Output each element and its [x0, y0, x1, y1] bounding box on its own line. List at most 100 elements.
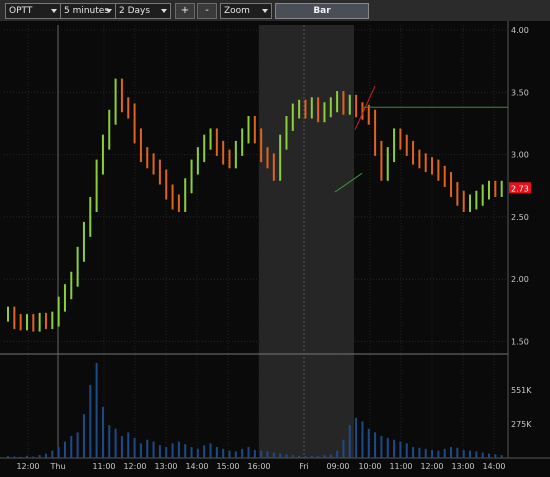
- price-tick-label: 2.50: [511, 213, 529, 222]
- volume-bar: [25, 455, 28, 458]
- volume-bar: [367, 428, 370, 458]
- volume-bar: [399, 441, 402, 458]
- volume-bar: [386, 437, 389, 458]
- volume-bar: [266, 451, 269, 458]
- symbol-value: OPTT: [9, 6, 33, 16]
- volume-bar: [374, 432, 377, 458]
- volume-bar: [203, 445, 206, 458]
- volume-bar: [171, 443, 174, 458]
- volume-bar: [488, 453, 491, 458]
- volume-bar: [469, 450, 472, 458]
- chart-toolbar: OPTT 5 minutes 2 Days + - Zoom Bar: [0, 0, 550, 22]
- volume-bar: [82, 414, 85, 458]
- volume-bar: [431, 449, 434, 458]
- volume-bar: [177, 441, 180, 458]
- volume-tick-label: 551K: [511, 386, 532, 395]
- volume-bar: [247, 447, 250, 458]
- volume-bar: [291, 455, 294, 458]
- volume-bar: [412, 447, 415, 458]
- volume-bar: [329, 454, 332, 458]
- volume-bar: [437, 450, 440, 458]
- volume-bar: [139, 443, 142, 458]
- volume-bar: [494, 454, 497, 458]
- volume-bar: [260, 450, 263, 458]
- time-tick-label: 15:00: [216, 462, 239, 471]
- volume-bar: [95, 363, 98, 458]
- volume-bar: [19, 456, 22, 458]
- session-shade: [259, 25, 354, 458]
- volume-bar: [317, 456, 320, 458]
- interval-dropdown[interactable]: 5 minutes: [60, 3, 116, 19]
- zoom-in-button[interactable]: +: [175, 3, 195, 19]
- volume-bar: [475, 451, 478, 458]
- volume-bar: [462, 449, 465, 458]
- zoom-value: Zoom: [224, 6, 250, 16]
- chevron-down-icon: [161, 9, 167, 13]
- volume-bar: [44, 453, 47, 458]
- volume-bar: [323, 455, 326, 458]
- volume-bar: [76, 432, 79, 458]
- time-tick-label: 12:00: [123, 462, 146, 471]
- zoom-out-button[interactable]: -: [197, 3, 217, 19]
- volume-bar: [228, 450, 231, 458]
- bar-style-button[interactable]: Bar: [275, 3, 369, 19]
- volume-bar: [63, 441, 66, 458]
- volume-bar: [190, 447, 193, 458]
- price-tick-label: 3.00: [511, 151, 529, 160]
- range-dropdown[interactable]: 2 Days: [115, 3, 171, 19]
- volume-bar: [361, 421, 364, 458]
- chevron-down-icon: [51, 9, 57, 13]
- volume-bar: [234, 451, 237, 458]
- time-tick-label: 12:00: [16, 462, 39, 471]
- time-tick-label: Fri: [299, 462, 309, 471]
- volume-bar: [152, 441, 155, 458]
- time-tick-label: 14:00: [185, 462, 208, 471]
- volume-bar: [165, 447, 168, 458]
- volume-bar: [7, 456, 9, 458]
- price-chart[interactable]: 4.00 3.50 3.00 2.50 2.00 1.50 12:00 Thu 11:00 12:…: [0, 21, 550, 477]
- time-tick-label: 09:00: [326, 462, 349, 471]
- volume-bar: [101, 406, 104, 458]
- price-tick-label: 4.00: [511, 26, 529, 35]
- volume-bar: [348, 425, 351, 458]
- volume-bar: [89, 384, 92, 458]
- volume-bar: [418, 447, 421, 458]
- volume-bar: [108, 425, 111, 458]
- symbol-dropdown[interactable]: OPTT: [5, 3, 61, 19]
- volume-bar: [51, 450, 54, 458]
- zoom-dropdown[interactable]: Zoom: [220, 3, 272, 19]
- volume-bar: [450, 447, 453, 458]
- time-tick-label: 10:00: [358, 462, 381, 471]
- volume-bar: [127, 432, 130, 458]
- volume-bar: [114, 428, 117, 458]
- volume-bar: [38, 455, 41, 458]
- time-tick-label: 11:00: [92, 462, 115, 471]
- price-tick-label: 1.50: [511, 338, 529, 347]
- time-tick-label: 11:00: [389, 462, 412, 471]
- time-tick-label: 14:00: [482, 462, 505, 471]
- volume-bar: [215, 447, 218, 458]
- volume-bar: [342, 439, 345, 458]
- volume-tick-label: 275K: [511, 420, 532, 429]
- time-tick-label: 13:00: [451, 462, 474, 471]
- volume-bar: [222, 448, 225, 458]
- time-tick-label: 13:00: [154, 462, 177, 471]
- time-tick-label: 12:00: [420, 462, 443, 471]
- volume-bar: [380, 436, 383, 458]
- interval-value: 5 minutes: [64, 6, 110, 16]
- volume-bar: [184, 444, 187, 458]
- volume-bar: [120, 436, 123, 458]
- volume-bar: [253, 449, 256, 458]
- volume-bar: [133, 437, 136, 458]
- chevron-down-icon: [106, 9, 112, 13]
- volume-bar: [13, 456, 16, 458]
- price-tick-label: 2.00: [511, 275, 529, 284]
- time-tick-label: Thu: [49, 462, 65, 471]
- volume-bar: [209, 443, 212, 458]
- volume-bar: [336, 450, 339, 458]
- price-tick-label: 3.50: [511, 88, 529, 97]
- volume-bar: [196, 448, 199, 458]
- volume-bar: [405, 443, 408, 458]
- volume-bar: [279, 453, 282, 458]
- volume-bar: [310, 455, 313, 458]
